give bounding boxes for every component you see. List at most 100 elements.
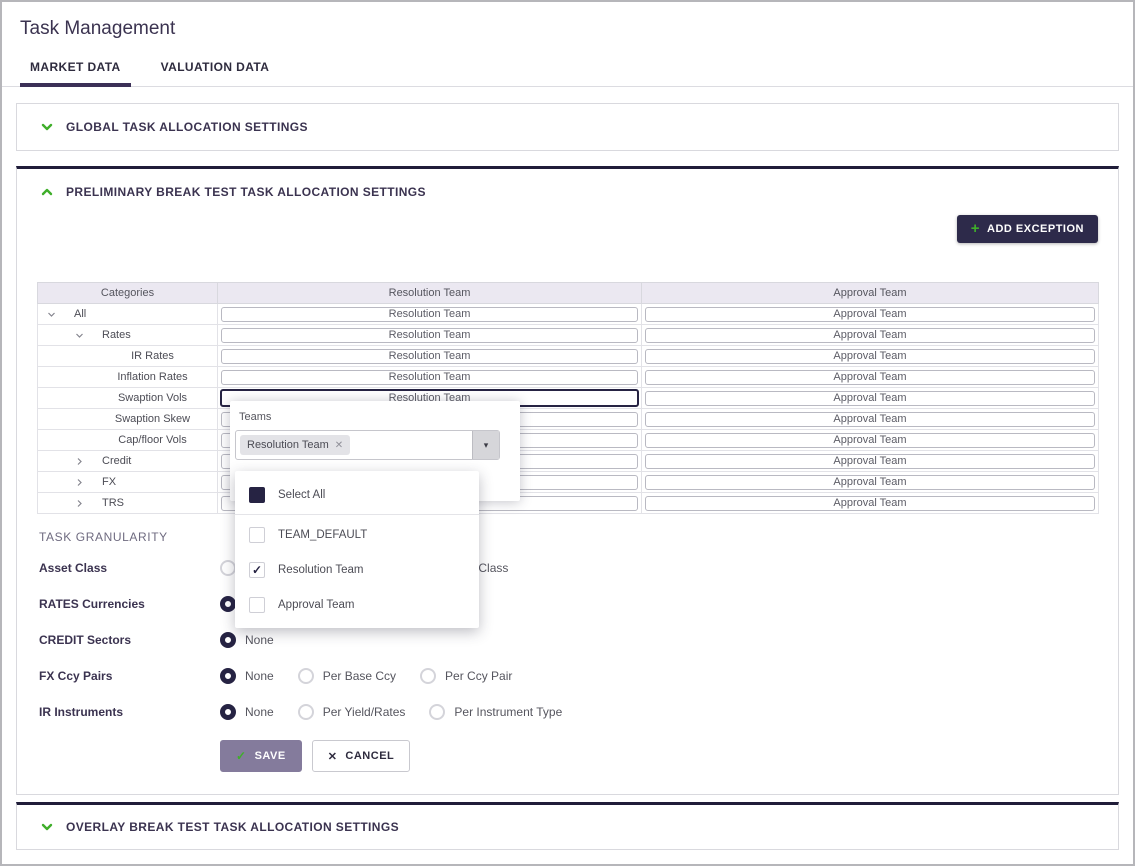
radio-option[interactable]: Per Ccy Pair (420, 668, 512, 684)
tab-market-data[interactable]: MARKET DATA (20, 60, 131, 87)
approval-team-select[interactable]: Approval Team (645, 349, 1095, 364)
approval-team-select[interactable]: Approval Team (645, 454, 1095, 469)
add-exception-button[interactable]: + ADD EXCEPTION (957, 215, 1098, 243)
granularity-row-credit-sectors: CREDIT Sectors None (39, 632, 1118, 648)
approval-team-select[interactable]: Approval Team (645, 412, 1095, 427)
category-label: Swaption Vols (118, 392, 187, 404)
option-label: Select All (278, 489, 325, 501)
chevron-up-icon[interactable] (40, 185, 54, 199)
table-row: Inflation Rates Resolution Team Approval… (38, 367, 1099, 388)
chevron-right-icon[interactable] (75, 478, 84, 487)
checkbox-unchecked-icon[interactable] (249, 597, 265, 613)
radio-option[interactable]: Per Base Ccy (298, 668, 396, 684)
section-header[interactable]: PRELIMINARY BREAK TEST TASK ALLOCATION S… (17, 169, 1118, 199)
radio-label: None (245, 633, 274, 647)
category-cell: FX (38, 472, 218, 493)
option-resolution-team[interactable]: Resolution Team (235, 552, 479, 587)
radio-unselected-icon[interactable] (298, 668, 314, 684)
resolution-team-select[interactable]: Resolution Team (221, 349, 638, 364)
radio-option[interactable]: Per Instrument Type (429, 704, 562, 720)
toolbar: + ADD EXCEPTION (17, 215, 1098, 243)
option-approval-team[interactable]: Approval Team (235, 587, 479, 622)
chevron-down-icon[interactable] (47, 310, 56, 319)
teams-label: Teams (239, 411, 520, 423)
category-label: Rates (102, 329, 131, 341)
chevron-right-icon[interactable] (75, 457, 84, 466)
tab-bar: MARKET DATA VALUATION DATA (2, 60, 1133, 87)
granularity-label: IR Instruments (39, 705, 220, 719)
chip-label: Resolution Team (247, 439, 329, 451)
section-title: PRELIMINARY BREAK TEST TASK ALLOCATION S… (66, 185, 426, 199)
table-row: Cap/floor Vols Resolution Team Approval … (38, 430, 1099, 451)
option-label: TEAM_DEFAULT (278, 529, 367, 541)
granularity-row-asset-class: Asset Class None Per Asset Class (39, 560, 1118, 576)
category-cell: Inflation Rates (38, 367, 218, 388)
dropdown-caret-button[interactable]: ▾ (472, 431, 499, 459)
option-label: Resolution Team (278, 564, 363, 576)
approval-team-select[interactable]: Approval Team (645, 391, 1095, 406)
radio-label: Per Instrument Type (454, 705, 562, 719)
chevron-down-icon[interactable] (40, 820, 54, 834)
tab-valuation-data[interactable]: VALUATION DATA (151, 60, 280, 87)
radio-selected-icon[interactable] (220, 704, 236, 720)
table-row: Swaption Skew Resolution Team Approval T… (38, 409, 1099, 430)
radio-selected-icon[interactable] (220, 596, 236, 612)
category-label: Inflation Rates (117, 371, 187, 383)
granularity-row-rates-currencies: RATES Currencies None (39, 596, 1118, 612)
radio-option[interactable]: None (220, 668, 274, 684)
checkbox-unchecked-icon[interactable] (249, 527, 265, 543)
teams-multiselect[interactable]: Resolution Team ✕ ▾ (235, 430, 500, 460)
column-header-categories: Categories (38, 283, 218, 304)
radio-unselected-icon[interactable] (298, 704, 314, 720)
radio-selected-icon[interactable] (220, 632, 236, 648)
section-title: OVERLAY BREAK TEST TASK ALLOCATION SETTI… (66, 820, 399, 834)
category-label: All (74, 308, 86, 320)
check-icon: ✓ (236, 749, 247, 763)
granularity-label: RATES Currencies (39, 597, 220, 611)
category-cell: Swaption Vols (38, 388, 218, 409)
approval-team-select[interactable]: Approval Team (645, 307, 1095, 322)
approval-team-select[interactable]: Approval Team (645, 496, 1095, 511)
section-global-task-allocation[interactable]: GLOBAL TASK ALLOCATION SETTINGS (16, 103, 1119, 151)
radio-label: None (245, 705, 274, 719)
radio-unselected-icon[interactable] (429, 704, 445, 720)
chevron-down-icon[interactable] (75, 331, 84, 340)
radio-selected-icon[interactable] (220, 668, 236, 684)
resolution-team-select[interactable]: Resolution Team (221, 328, 638, 343)
radio-unselected-icon[interactable] (420, 668, 436, 684)
approval-team-select[interactable]: Approval Team (645, 433, 1095, 448)
checkbox-all-icon[interactable] (249, 487, 265, 503)
section-overlay-break-test[interactable]: OVERLAY BREAK TEST TASK ALLOCATION SETTI… (16, 802, 1119, 850)
checkbox-checked-icon[interactable] (249, 562, 265, 578)
option-label: Approval Team (278, 599, 355, 611)
option-team-default[interactable]: TEAM_DEFAULT (235, 517, 479, 552)
task-granularity-title: TASK GRANULARITY (39, 530, 1118, 544)
cancel-button[interactable]: ✕ CANCEL (312, 740, 411, 772)
radio-label: Per Base Ccy (323, 669, 396, 683)
radio-label: Per Yield/Rates (323, 705, 406, 719)
approval-team-select[interactable]: Approval Team (645, 328, 1095, 343)
option-select-all[interactable]: Select All (235, 477, 479, 512)
category-cell: All (38, 304, 218, 325)
category-cell: IR Rates (38, 346, 218, 367)
column-header-approval-team: Approval Team (642, 283, 1099, 304)
radio-option[interactable]: Per Yield/Rates (298, 704, 406, 720)
table-row: TRS Resolution Team Approval Team (38, 493, 1099, 514)
chevron-down-icon: ▾ (484, 440, 489, 451)
radio-unselected-icon[interactable] (220, 560, 236, 576)
radio-label: Per Ccy Pair (445, 669, 512, 683)
radio-option[interactable]: None (220, 704, 274, 720)
save-label: SAVE (255, 750, 286, 762)
table-row: FX Resolution Team Approval Team (38, 472, 1099, 493)
resolution-team-select[interactable]: Resolution Team (221, 370, 638, 385)
page-header: Task Management MARKET DATA VALUATION DA… (2, 2, 1133, 87)
chevron-down-icon[interactable] (40, 120, 54, 134)
save-button[interactable]: ✓ SAVE (220, 740, 302, 772)
resolution-team-select[interactable]: Resolution Team (221, 307, 638, 322)
remove-chip-icon[interactable]: ✕ (335, 440, 343, 451)
radio-option[interactable]: None (220, 632, 274, 648)
chevron-right-icon[interactable] (75, 499, 84, 508)
approval-team-select[interactable]: Approval Team (645, 475, 1095, 490)
page-title: Task Management (20, 18, 1133, 40)
approval-team-select[interactable]: Approval Team (645, 370, 1095, 385)
